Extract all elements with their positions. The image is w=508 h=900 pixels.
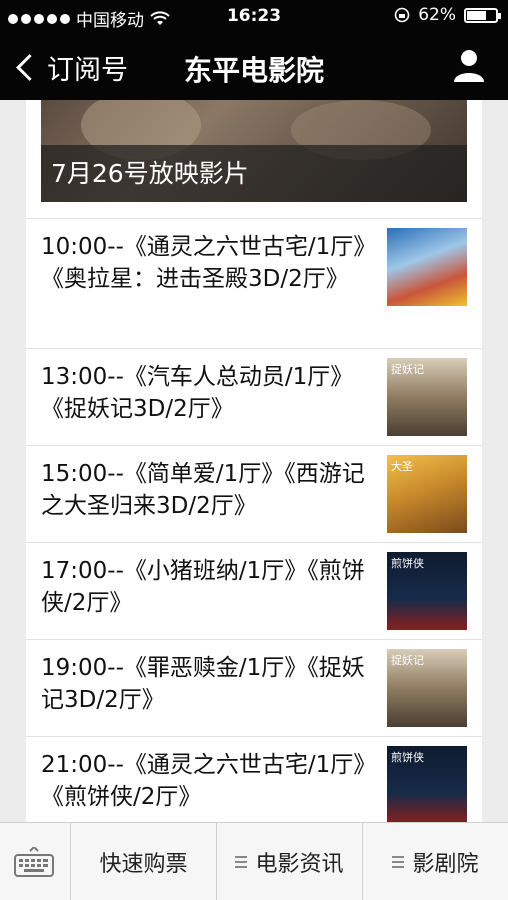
poster-thumbnail: 大圣 [387,455,467,533]
tab-movie-news[interactable]: 电影资讯 [217,823,363,900]
schedule-text: 15:00--《简单爱/1厅》《西游记之大圣归来3D/2厅》 [41,461,365,519]
list-item[interactable]: 17:00--《小猪班纳/1厅》《煎饼侠/2厅》 煎饼侠 [26,542,482,639]
list-item[interactable]: 15:00--《简单爱/1厅》《西游记之大圣归来3D/2厅》 大圣 [26,445,482,542]
poster-thumbnail: 捉妖记 [387,358,467,436]
status-bar: 中国移动 16:23 62% [0,0,508,32]
list-item[interactable]: 10:00--《通灵之六世古宅/1厅》《奥拉星：进击圣殿3D/2厅》 [26,218,482,348]
tab-cinema[interactable]: 影剧院 [363,823,508,900]
poster-thumbnail: 煎饼侠 [387,552,467,630]
schedule-text: 13:00--《汽车人总动员/1厅》《捉妖记3D/2厅》 [41,364,354,422]
status-right: 62% [394,5,501,25]
page-title: 东平电影院 [183,54,324,87]
nav-bar: 订阅号 东平电影院 [0,32,508,100]
schedule-text: 21:00--《通灵之六世古宅/1厅》《煎饼侠/2厅》 [41,752,365,810]
keyboard-icon [14,847,54,877]
menu-icon [235,853,248,871]
menu-icon [392,853,405,871]
poster-thumbnail: 煎饼侠 [387,746,467,822]
schedule-list: 10:00--《通灵之六世古宅/1厅》《奥拉星：进击圣殿3D/2厅》 13:00… [26,218,482,822]
tab-quick-ticket[interactable]: 快速购票 [71,823,217,900]
user-icon[interactable] [452,48,486,84]
keyboard-toggle-button[interactable] [0,823,71,900]
article-content: 7月26号放映影片 10:00--《通灵之六世古宅/1厅》《奥拉星：进击圣殿3D… [26,100,482,822]
poster-thumbnail: 捉妖记 [387,649,467,727]
list-item[interactable]: 19:00--《罪恶赎金/1厅》《捉妖记3D/2厅》 捉妖记 [26,639,482,736]
banner-caption: 7月26号放映影片 [41,145,467,202]
battery-icon [464,7,501,23]
rotation-lock-icon [394,7,410,23]
schedule-text: 17:00--《小猪班纳/1厅》《煎饼侠/2厅》 [41,558,365,616]
list-item[interactable]: 13:00--《汽车人总动员/1厅》《捉妖记3D/2厅》 捉妖记 [26,348,482,445]
poster-thumbnail [387,228,467,306]
tab-label: 快速购票 [99,851,188,877]
bottom-menu-bar: 快速购票 电影资讯 影剧院 [0,822,508,900]
list-item[interactable]: 21:00--《通灵之六世古宅/1厅》《煎饼侠/2厅》 煎饼侠 [26,736,482,822]
schedule-text: 10:00--《通灵之六世古宅/1厅》《奥拉星：进击圣殿3D/2厅》 [41,234,365,292]
banner-image: 7月26号放映影片 [41,100,467,202]
tab-label: 电影资讯 [255,851,344,877]
battery-percent: 62% [418,5,456,25]
tab-label: 影剧院 [412,851,479,877]
schedule-text: 19:00--《罪恶赎金/1厅》《捉妖记3D/2厅》 [41,655,365,713]
